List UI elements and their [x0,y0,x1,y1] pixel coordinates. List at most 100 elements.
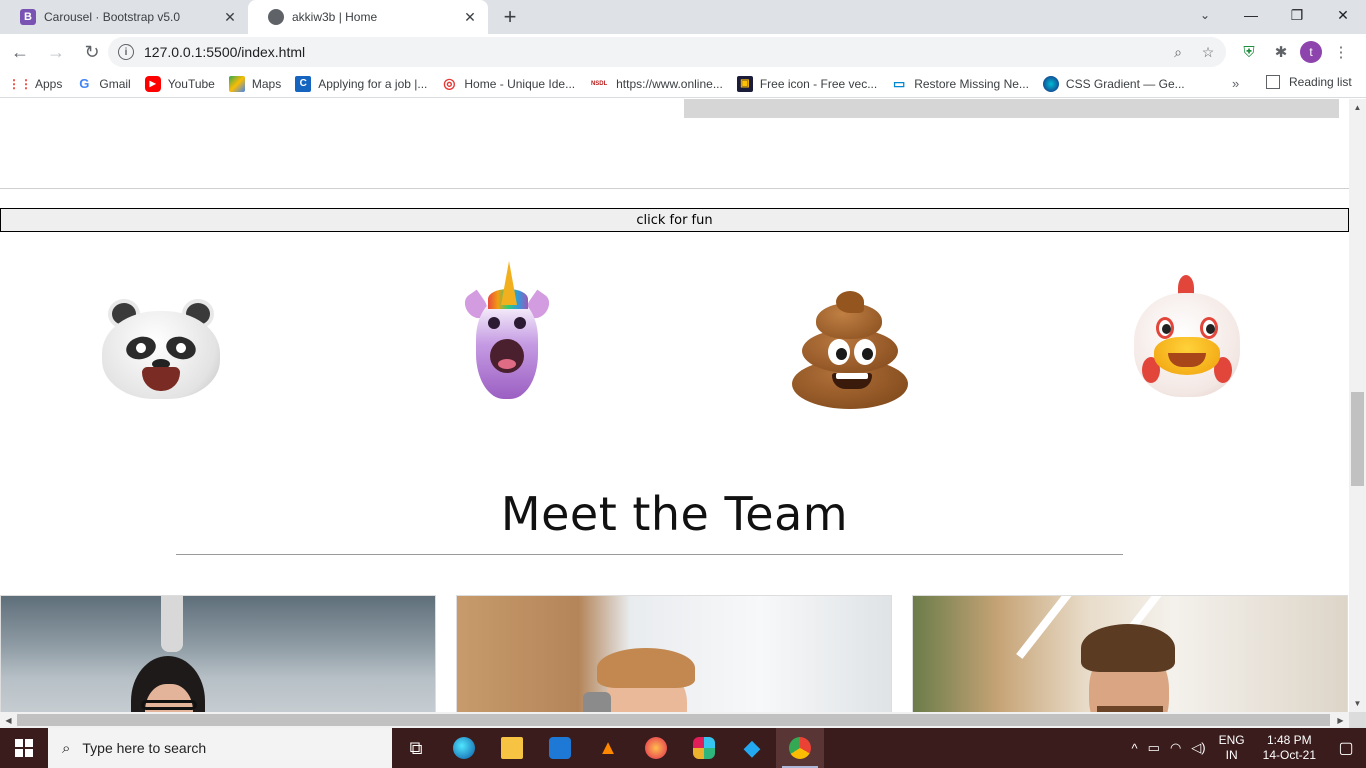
task-view-icon[interactable]: ⧉ [392,728,440,768]
address-bar[interactable]: i 127.0.0.1:5500/index.html ⌕ ☆ [108,37,1226,67]
mail-icon[interactable] [536,728,584,768]
bookmark-restore-missing[interactable]: ▭ Restore Missing Ne... [891,76,1029,92]
zoom-search-icon[interactable]: ⌕ [1168,42,1188,62]
site-info-icon[interactable]: i [118,44,134,60]
flaticon-icon: ▣ [736,75,753,92]
team-section-title: Meet the Team [500,487,849,541]
browser-toolbar: ← → ↻ i 127.0.0.1:5500/index.html ⌕ ☆ ⛨ … [0,34,1366,70]
forward-arrow-icon[interactable]: → [40,36,72,68]
horizontal-scroll-thumb[interactable] [17,714,1330,726]
gradient-icon [1042,75,1059,92]
shield-extension-icon[interactable]: ⛨ [1236,38,1262,66]
bookmark-gmail[interactable]: G Gmail [76,76,130,92]
reading-list-button[interactable]: Reading list [1266,75,1352,89]
bookmark-apps[interactable]: ⋮⋮ Apps [8,76,63,92]
bookmark-home-unique[interactable]: ◎ Home - Unique Ide... [441,75,576,92]
back-arrow-icon[interactable]: ← [4,36,36,68]
page-viewport: click for fun Meet the Team [0,99,1366,728]
bookmark-applying-job[interactable]: C Applying for a job |... [295,75,427,92]
window-controls: — ❐ ✕ [1228,0,1366,30]
kebab-menu-icon[interactable]: ⋮ [1328,38,1354,66]
team-member-card-2[interactable] [456,595,892,728]
divider [0,188,1349,189]
taskbar-search-box[interactable]: ⌕ Type here to search [48,728,392,768]
region-code: IN [1225,748,1238,762]
battery-icon[interactable]: ▭ [1143,740,1165,756]
file-explorer-icon[interactable] [488,728,536,768]
scroll-down-arrow-icon[interactable]: ▼ [1349,695,1366,712]
bookmark-label: Apps [35,76,63,91]
bookmark-maps[interactable]: Maps [228,75,281,92]
firefox-icon[interactable] [632,728,680,768]
nsdl-icon: NSDL [590,80,608,87]
c-icon: C [295,75,312,92]
team-member-card-1[interactable] [0,595,436,728]
bookmarks-bar: ⋮⋮ Apps G Gmail ▶ YouTube Maps C Applyin… [0,70,1366,98]
google-icon: G [79,76,90,91]
bookmark-star-icon[interactable]: ☆ [1198,42,1218,62]
reload-icon[interactable]: ↻ [76,36,108,68]
reading-list-icon [1266,75,1280,89]
puzzle-extensions-icon[interactable]: ✱ [1268,38,1294,66]
clock[interactable]: 1:48 PM 14-Oct-21 [1253,733,1326,763]
unicorn-emoji-icon [460,259,554,405]
windows-start-icon[interactable] [0,728,48,768]
bookmarks-overflow-icon[interactable]: » [1232,76,1239,91]
carousel-bottom-edge [684,99,1339,118]
vertical-scroll-thumb[interactable] [1351,392,1364,486]
tab-strip: B Carousel · Bootstrap v5.0 ✕ akkiw3b | … [0,0,1366,34]
search-icon: ⌕ [62,739,71,757]
bookmark-label: Restore Missing Ne... [914,76,1029,91]
notification-icon[interactable]: ▢ [1326,738,1366,758]
team-member-card-3[interactable] [912,595,1348,728]
edge-browser-icon[interactable] [440,728,488,768]
tab-search-chevron-icon[interactable]: ⌄ [1192,5,1218,25]
bookmark-online[interactable]: NSDL https://www.online... [589,76,723,92]
monitor-icon: ▭ [893,75,906,91]
vscode-icon[interactable]: ◆ [728,728,776,768]
bookmark-label: CSS Gradient — Ge... [1065,76,1185,91]
volume-icon[interactable]: ◁) [1186,740,1210,756]
restore-icon[interactable]: ❐ [1274,0,1320,30]
profile-avatar[interactable]: t [1300,41,1322,63]
close-icon[interactable]: ✕ [222,9,238,25]
bookmark-label: https://www.online... [616,76,723,91]
scroll-right-arrow-icon[interactable]: ▶ [1332,712,1349,728]
url-text[interactable]: 127.0.0.1:5500/index.html [144,44,305,60]
bookmark-label: YouTube [167,76,215,91]
scrollbar-corner [1349,712,1366,728]
new-tab-button[interactable]: + [498,4,522,29]
fingerprint-icon: ◎ [443,75,456,91]
bookmark-youtube[interactable]: ▶ YouTube [144,75,215,92]
system-tray: ^ ▭ ◠ ◁) ENG IN 1:48 PM 14-Oct-21 ▢ [1127,728,1366,768]
minimize-icon[interactable]: — [1228,0,1274,30]
bookmark-css-gradient[interactable]: CSS Gradient — Ge... [1042,75,1185,92]
pile-of-poo-emoji-icon [788,289,912,413]
tab-carousel-bootstrap[interactable]: B Carousel · Bootstrap v5.0 ✕ [0,0,248,34]
slack-icon[interactable] [680,728,728,768]
chevron-up-icon[interactable]: ^ [1127,741,1143,756]
globe-icon [268,9,284,25]
close-icon[interactable]: ✕ [462,9,478,25]
chrome-icon[interactable] [776,728,824,768]
wifi-icon[interactable]: ◠ [1165,740,1186,756]
tab-akkiw3b-home[interactable]: akkiw3b | Home ✕ [248,0,488,34]
panda-emoji-icon [98,295,224,405]
language-code: ENG [1218,733,1245,747]
bookmark-label: Free icon - Free vec... [759,76,878,91]
scroll-up-arrow-icon[interactable]: ▲ [1349,99,1366,116]
bookmark-label: Home - Unique Ide... [464,76,576,91]
language-indicator[interactable]: ENG IN [1211,733,1253,763]
scroll-left-arrow-icon[interactable]: ◀ [0,712,17,728]
clock-time: 1:48 PM [1266,733,1312,747]
horizontal-scrollbar[interactable]: ◀ ▶ [0,712,1349,728]
click-for-fun-button[interactable]: click for fun [0,208,1349,232]
bookmark-free-icon[interactable]: ▣ Free icon - Free vec... [736,75,878,92]
youtube-icon: ▶ [144,75,161,92]
tab-title: Carousel · Bootstrap v5.0 [44,10,181,24]
vlc-icon[interactable]: ▲ [584,728,632,768]
close-window-icon[interactable]: ✕ [1320,0,1366,30]
taskbar-search-placeholder: Type here to search [82,740,207,756]
vertical-scrollbar[interactable]: ▲ ▼ [1349,99,1366,712]
team-divider [176,554,1123,555]
